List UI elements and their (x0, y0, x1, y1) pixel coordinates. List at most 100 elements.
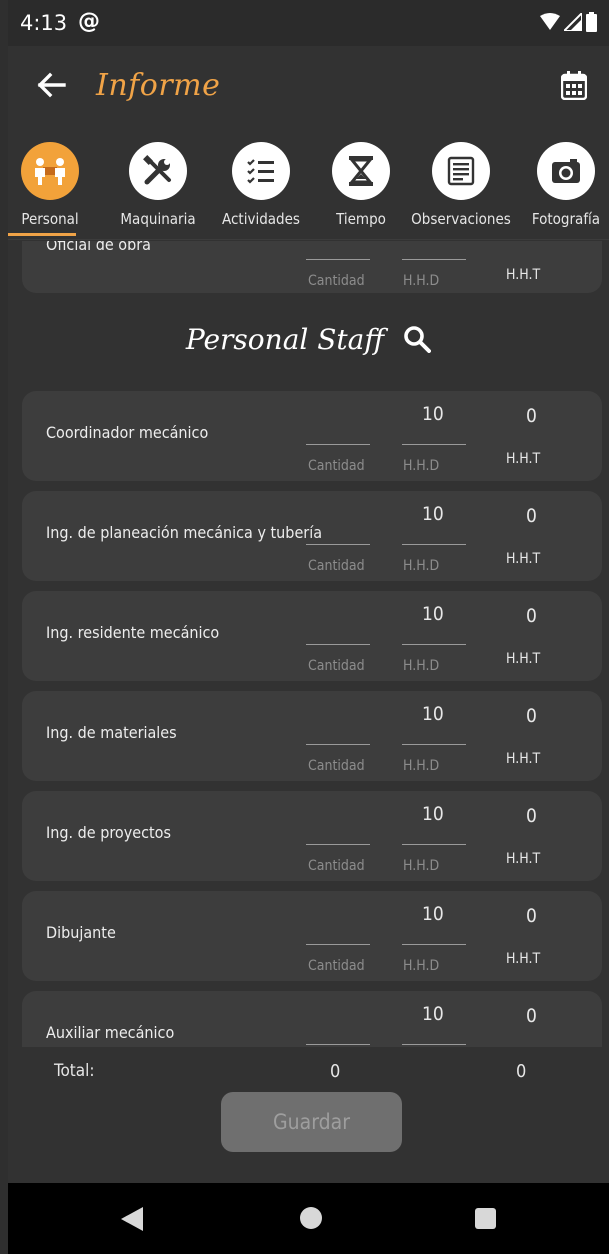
hht-value: 0 (526, 905, 537, 927)
hhd-value[interactable]: 10 (422, 703, 444, 725)
cantidad-input[interactable] (306, 1044, 370, 1045)
hhd-hint: H.H.D (403, 758, 440, 774)
nav-home-icon[interactable] (300, 1207, 322, 1229)
list-item: Coordinador mecánico Cantidad 10 H.H.D 0 H.H.… (22, 391, 602, 481)
hhd-input[interactable] (402, 544, 466, 545)
tab-personal[interactable]: Personal (0, 140, 100, 236)
hhd-hint: H.H.D (403, 858, 440, 874)
hhd-value[interactable]: 10 (422, 1003, 444, 1025)
status-indicators (540, 12, 597, 32)
tools-icon (143, 155, 171, 185)
cantidad-input[interactable] (306, 259, 370, 260)
hhd-input[interactable] (402, 444, 466, 445)
back-arrow-icon[interactable] (34, 68, 68, 102)
tab-label: Actividades (222, 210, 300, 228)
totals-row: Total: 0 0 (8, 1047, 609, 1091)
save-button[interactable]: Guardar (221, 1092, 402, 1152)
tab-observaciones[interactable]: Observaciones (411, 140, 511, 236)
document-icon (447, 156, 475, 186)
hhd-hint: H.H.D (403, 458, 440, 474)
status-bar: 4:13 @ (8, 0, 609, 46)
nav-back-icon[interactable] (121, 1207, 143, 1231)
hht-label: H.H.T (506, 267, 541, 283)
personnel-role: Coordinador mecánico (46, 423, 209, 442)
calendar-icon[interactable] (561, 70, 587, 100)
tab-fotografia[interactable]: Fotografía (516, 140, 609, 236)
cantidad-input[interactable] (306, 744, 370, 745)
hht-value: 0 (526, 505, 537, 527)
hhd-input[interactable] (402, 844, 466, 845)
list-item: Ing. de planeación mecánica y tubería Can… (22, 491, 602, 581)
section-title: Personal Staff (8, 323, 609, 356)
hhd-input[interactable] (402, 1044, 466, 1045)
list-item: Ing. de proyectos Cantidad 10 H.H.D 0 H.H.T (22, 791, 602, 881)
section-title-text: Personal Staff (185, 323, 385, 356)
tab-maquinaria[interactable]: Maquinaria (108, 140, 208, 236)
hhd-value[interactable]: 10 (422, 403, 444, 425)
tab-label: Tiempo (336, 210, 386, 228)
hht-label: H.H.T (506, 551, 541, 567)
total-hht-value: 0 (516, 1061, 527, 1082)
cantidad-hint: Cantidad (308, 458, 365, 474)
hhd-value[interactable]: 10 (422, 803, 444, 825)
tab-label: Observaciones (411, 210, 511, 228)
nav-recents-icon[interactable] (475, 1208, 496, 1229)
tab-actividades[interactable]: Actividades (211, 140, 311, 236)
tab-label: Personal (21, 210, 79, 228)
hht-value: 0 (526, 1005, 537, 1027)
hht-value: 0 (526, 605, 537, 627)
hht-label: H.H.T (506, 951, 541, 967)
status-time: 4:13 (20, 11, 68, 35)
tab-tiempo[interactable]: Tiempo (311, 140, 411, 236)
personnel-role: Auxiliar mecánico (46, 1023, 175, 1042)
wifi-icon (540, 13, 560, 30)
hht-label: H.H.T (506, 651, 541, 667)
hhd-input[interactable] (402, 259, 466, 260)
cantidad-hint: Cantidad (308, 658, 365, 674)
camera-icon (552, 159, 580, 183)
cantidad-input[interactable] (306, 544, 370, 545)
hourglass-icon (348, 156, 374, 186)
search-icon[interactable] (403, 325, 432, 353)
battery-icon (586, 12, 597, 32)
list-item: Ing. de materiales Cantidad 10 H.H.D 0 H.H.T (22, 691, 602, 781)
cantidad-hint: Cantidad (308, 273, 365, 289)
system-nav-bar (8, 1183, 609, 1254)
tab-label: Maquinaria (120, 210, 196, 228)
hhd-input[interactable] (402, 644, 466, 645)
hht-label: H.H.T (506, 451, 541, 467)
personnel-role: Ing. residente mecánico (46, 623, 220, 642)
cantidad-input[interactable] (306, 444, 370, 445)
cantidad-hint: Cantidad (308, 958, 365, 974)
hht-label: H.H.T (506, 851, 541, 867)
cantidad-input[interactable] (306, 944, 370, 945)
personnel-list[interactable]: Oficial de obra Cantidad H.H.D H.H.T Per… (8, 241, 609, 1047)
total-label: Total: (54, 1061, 95, 1081)
total-hhd-value: 0 (330, 1061, 341, 1082)
hhd-hint: H.H.D (403, 273, 440, 289)
personnel-role: Oficial de obra (46, 241, 151, 254)
hhd-input[interactable] (402, 944, 466, 945)
app-screen: 4:13 @ Informe Personal Maquinaria Activ… (8, 0, 609, 1254)
signal-icon (564, 13, 582, 31)
hhd-hint: H.H.D (403, 958, 440, 974)
cantidad-hint: Cantidad (308, 858, 365, 874)
hhd-input[interactable] (402, 744, 466, 745)
list-item: Oficial de obra Cantidad H.H.D H.H.T (22, 241, 602, 293)
cantidad-input[interactable] (306, 644, 370, 645)
cantidad-hint: Cantidad (308, 758, 365, 774)
personnel-role: Ing. de materiales (46, 723, 177, 742)
hhd-value[interactable]: 10 (422, 603, 444, 625)
hht-value: 0 (526, 405, 537, 427)
cantidad-input[interactable] (306, 844, 370, 845)
checklist-icon (247, 159, 274, 184)
workers-icon (35, 158, 65, 185)
list-item: Auxiliar mecánicoCantidad10H.H.D0H.H.T (22, 991, 602, 1047)
hht-value: 0 (526, 705, 537, 727)
list-item: Dibujante Cantidad 10 H.H.D 0 H.H.T (22, 891, 602, 981)
page-title: Informe (96, 68, 221, 103)
hhd-value[interactable]: 10 (422, 903, 444, 925)
hhd-hint: H.H.D (403, 558, 440, 574)
hhd-value[interactable]: 10 (422, 503, 444, 525)
cantidad-hint: Cantidad (308, 558, 365, 574)
